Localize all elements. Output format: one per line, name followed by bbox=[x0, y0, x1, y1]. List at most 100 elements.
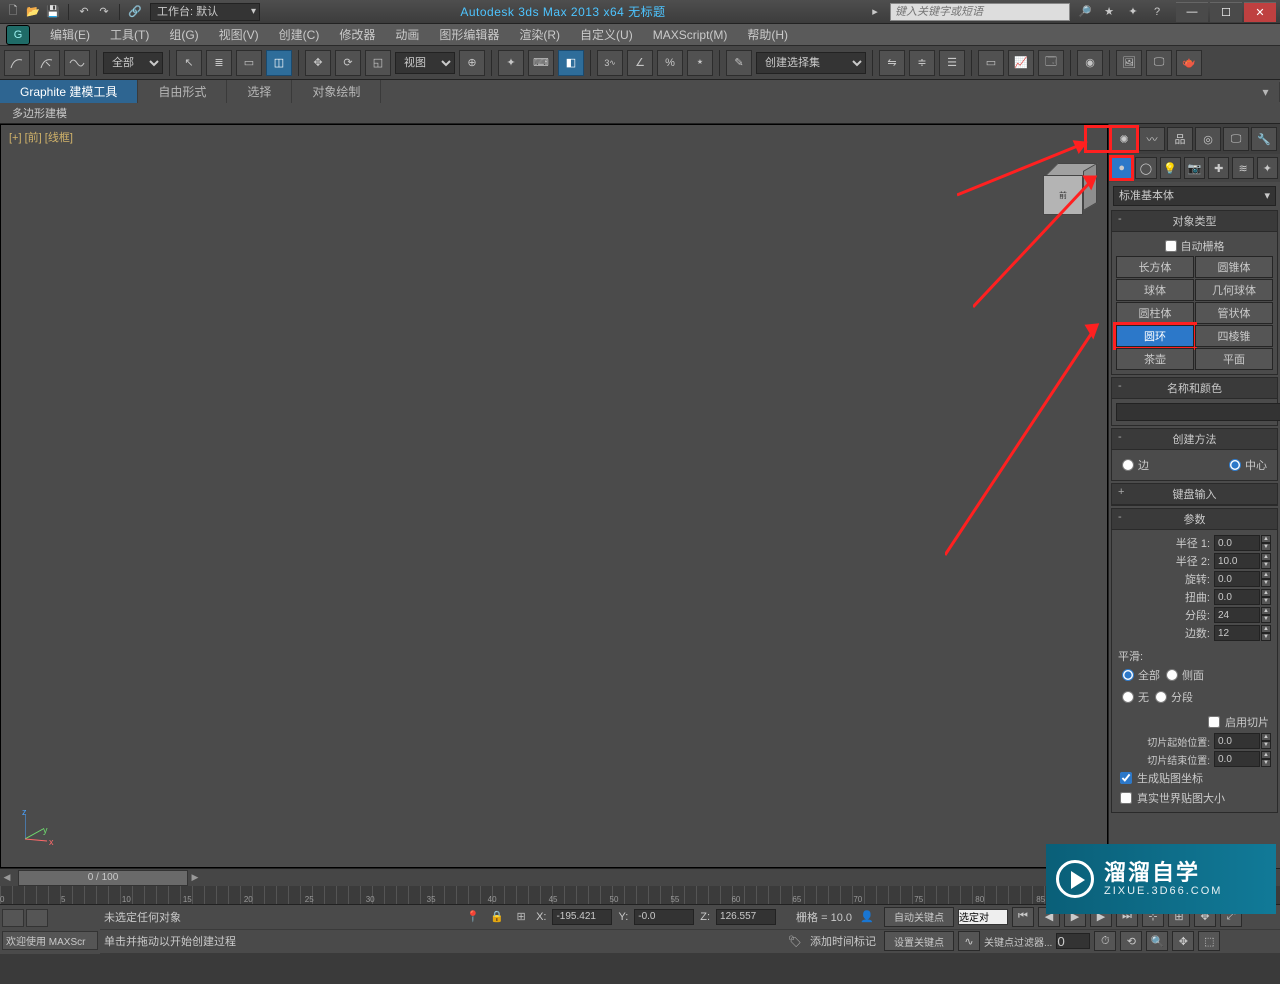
motion-tab-icon[interactable]: ◎ bbox=[1195, 127, 1221, 151]
current-frame-input[interactable] bbox=[1056, 933, 1090, 949]
cameras-subtab-icon[interactable]: 📷 bbox=[1184, 157, 1205, 179]
nav-8-icon[interactable]: ⬚ bbox=[1198, 931, 1220, 951]
smooth-sides-radio[interactable]: 侧面 bbox=[1166, 667, 1204, 683]
selection-lock-icon[interactable]: 🔒 bbox=[488, 908, 506, 926]
ribbon-tab-paint[interactable]: 对象绘制 bbox=[292, 80, 381, 103]
obj-geosphere[interactable]: 几何球体 bbox=[1195, 279, 1273, 301]
snap-toggle-icon[interactable]: ◧ bbox=[558, 50, 584, 76]
select-rotate-icon[interactable]: ⟳ bbox=[335, 50, 361, 76]
named-selection-dropdown[interactable]: 创建选择集 bbox=[756, 52, 866, 74]
nav-6-icon[interactable]: 🔍 bbox=[1146, 931, 1168, 951]
nav-7-icon[interactable]: ✥ bbox=[1172, 931, 1194, 951]
help-icon[interactable]: ? bbox=[1148, 3, 1166, 21]
keyboard-shortcut-icon[interactable]: ⌨ bbox=[528, 50, 554, 76]
time-slider-thumb[interactable]: 0 / 100 bbox=[18, 870, 188, 886]
edit-named-sel-icon[interactable]: ✎ bbox=[726, 50, 752, 76]
subscription-icon[interactable]: ✦ bbox=[1124, 3, 1142, 21]
geometry-subtab-icon[interactable]: ● bbox=[1111, 157, 1132, 179]
seg-up[interactable]: ▲ bbox=[1261, 607, 1271, 615]
obj-tube[interactable]: 管状体 bbox=[1195, 302, 1273, 324]
maxscript-listener-icon[interactable] bbox=[2, 909, 24, 927]
menu-help[interactable]: 帮助(H) bbox=[737, 24, 798, 46]
param-r2-input[interactable] bbox=[1214, 553, 1260, 569]
select-move-icon[interactable]: ✥ bbox=[305, 50, 331, 76]
mirror-icon[interactable]: ⇋ bbox=[879, 50, 905, 76]
goto-start-icon[interactable]: ⏮ bbox=[1012, 907, 1034, 927]
sd-up[interactable]: ▲ bbox=[1261, 625, 1271, 633]
menu-maxscript[interactable]: MAXScript(M) bbox=[643, 24, 738, 46]
obj-box[interactable]: 长方体 bbox=[1116, 256, 1194, 278]
unlink-icon[interactable] bbox=[34, 50, 60, 76]
snap-3d-icon[interactable]: 3∿ bbox=[597, 50, 623, 76]
real-world-checkbox[interactable] bbox=[1120, 792, 1132, 804]
smooth-seg-radio[interactable]: 分段 bbox=[1155, 689, 1193, 705]
object-name-input[interactable] bbox=[1116, 403, 1280, 421]
param-rot-input[interactable] bbox=[1214, 571, 1260, 587]
autokey-button[interactable]: 自动关键点 bbox=[884, 907, 954, 927]
ribbon-tab-graphite[interactable]: Graphite 建模工具 bbox=[0, 80, 138, 103]
spinner-snap-icon[interactable]: ⭑ bbox=[687, 50, 713, 76]
rendered-frame-icon[interactable]: 🖵 bbox=[1146, 50, 1172, 76]
menu-tools[interactable]: 工具(T) bbox=[100, 24, 159, 46]
category-dropdown[interactable]: 标准基本体 bbox=[1113, 186, 1276, 206]
utilities-tab-icon[interactable]: 🔧 bbox=[1251, 127, 1277, 151]
key-mode-icon[interactable]: ∿ bbox=[958, 931, 980, 951]
param-sides-input[interactable] bbox=[1214, 625, 1260, 641]
key-filter-button[interactable]: 关键点过滤器... bbox=[984, 934, 1052, 949]
menu-rendering[interactable]: 渲染(R) bbox=[509, 24, 570, 46]
ribbon-panel-polymodel[interactable]: 多边形建模 bbox=[0, 103, 1280, 123]
render-production-icon[interactable]: 🫖 bbox=[1176, 50, 1202, 76]
rot-up[interactable]: ▲ bbox=[1261, 571, 1271, 579]
shapes-subtab-icon[interactable]: ◯ bbox=[1135, 157, 1156, 179]
communication-center-icon[interactable]: 🔎 bbox=[1076, 3, 1094, 21]
spacewarps-subtab-icon[interactable]: ≋ bbox=[1232, 157, 1253, 179]
selection-filter-dropdown[interactable]: 全部 bbox=[103, 52, 163, 74]
setkey-button[interactable]: 设置关键点 bbox=[884, 931, 954, 951]
close-button[interactable]: ✕ bbox=[1244, 2, 1276, 22]
display-tab-icon[interactable]: 🖵 bbox=[1223, 127, 1249, 151]
param-seg-input[interactable] bbox=[1214, 607, 1260, 623]
coord-y-input[interactable] bbox=[634, 909, 694, 925]
application-menu-icon[interactable]: G bbox=[6, 25, 30, 45]
percent-snap-icon[interactable]: % bbox=[657, 50, 683, 76]
coord-z-input[interactable] bbox=[716, 909, 776, 925]
add-time-tag[interactable]: 添加时间标记 bbox=[810, 933, 876, 949]
obj-pyramid[interactable]: 四棱锥 bbox=[1195, 325, 1273, 347]
gen-map-checkbox[interactable] bbox=[1120, 772, 1132, 784]
slider-prev-icon[interactable]: ◀ bbox=[0, 872, 14, 883]
angle-snap-icon[interactable]: ∠ bbox=[627, 50, 653, 76]
param-twist-input[interactable] bbox=[1214, 589, 1260, 605]
coord-system-dropdown[interactable]: 视图 bbox=[395, 52, 455, 74]
obj-teapot[interactable]: 茶壶 bbox=[1116, 348, 1194, 370]
smooth-none-radio[interactable]: 无 bbox=[1122, 689, 1149, 705]
menu-graph-editors[interactable]: 图形编辑器 bbox=[429, 24, 509, 46]
slice-from-input[interactable] bbox=[1214, 733, 1260, 749]
time-tag-icon[interactable]: 🏷 bbox=[786, 932, 804, 950]
coord-x-input[interactable] bbox=[552, 909, 612, 925]
rot-dn[interactable]: ▼ bbox=[1261, 579, 1271, 587]
slice-to-input[interactable] bbox=[1214, 751, 1260, 767]
schematic-view-icon[interactable]: 🗔 bbox=[1038, 50, 1064, 76]
obj-sphere[interactable]: 球体 bbox=[1116, 279, 1194, 301]
help-search-input[interactable] bbox=[890, 3, 1070, 21]
redo-icon[interactable]: ↷ bbox=[95, 3, 113, 21]
ribbon-tab-freeform[interactable]: 自由形式 bbox=[138, 80, 227, 103]
rectangular-region-icon[interactable]: ▭ bbox=[236, 50, 262, 76]
nav-5-icon[interactable]: ⟲ bbox=[1120, 931, 1142, 951]
select-link-icon[interactable] bbox=[4, 50, 30, 76]
render-setup-icon[interactable]: 🖼 bbox=[1116, 50, 1142, 76]
align-icon[interactable]: ≑ bbox=[909, 50, 935, 76]
rollout-keyboard-entry-title[interactable]: 键盘输入 bbox=[1173, 489, 1217, 501]
r1-dn[interactable]: ▼ bbox=[1261, 543, 1271, 551]
slice-on-checkbox[interactable] bbox=[1208, 716, 1220, 728]
menu-animation[interactable]: 动画 bbox=[385, 24, 429, 46]
seg-dn[interactable]: ▼ bbox=[1261, 615, 1271, 623]
menu-create[interactable]: 创建(C) bbox=[269, 24, 330, 46]
bind-spacewarp-icon[interactable] bbox=[64, 50, 90, 76]
material-editor-icon[interactable]: ◉ bbox=[1077, 50, 1103, 76]
obj-cone[interactable]: 圆锥体 bbox=[1195, 256, 1273, 278]
menu-edit[interactable]: 编辑(E) bbox=[40, 24, 100, 46]
maxscript-mini-icon[interactable] bbox=[26, 909, 48, 927]
layer-manager-icon[interactable]: ☰ bbox=[939, 50, 965, 76]
r2-dn[interactable]: ▼ bbox=[1261, 561, 1271, 569]
